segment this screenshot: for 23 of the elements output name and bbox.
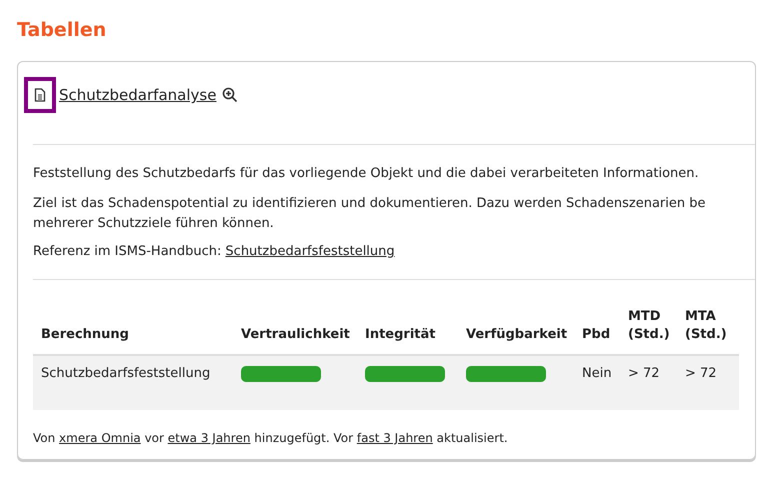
description-text: Ziel ist das Schadenspotential zu identifizieren und dokumentieren. Dazu werden Schadenszenarien be mehrerer Schutzziele führen können. <box>33 195 706 233</box>
column-header: Integrität <box>365 326 436 344</box>
zoom-in-icon[interactable] <box>222 87 238 103</box>
table-cell: Schutzbedarfsfeststellung <box>41 366 210 381</box>
reference-label: Referenz im ISMS-Handbuch: <box>33 244 222 259</box>
table-cell: Nein <box>582 366 612 381</box>
table-cell: > 72 <box>628 366 660 381</box>
document-icon[interactable] <box>24 77 56 113</box>
column-header: MTA (Std.) <box>685 308 728 344</box>
column-header: Verfügbarkeit <box>466 326 568 344</box>
column-header: Pbd <box>582 326 610 344</box>
history-link[interactable]: etwa 3 Jahren <box>168 431 250 445</box>
history-link[interactable]: xmera Omnia <box>59 431 141 445</box>
column-header: Vertraulichkeit <box>241 326 350 344</box>
table-cell: > 72 <box>685 366 717 381</box>
history-link[interactable]: fast 3 Jahren <box>356 431 433 445</box>
page-heading: Tabellen <box>17 19 108 41</box>
card-title-link[interactable]: Schutzbedarfanalyse <box>59 86 216 104</box>
history-text: Von xmera Omnia vor etwa 3 Jahren hinzugefügt. Vor fast 3 Jahren aktualisiert. <box>33 431 509 445</box>
column-header: MTD (Std.) <box>628 308 671 344</box>
column-header: Berechnung <box>41 326 129 344</box>
reference-link[interactable]: Schutzbedarfsfeststellung <box>225 244 395 259</box>
description-text: Feststellung des Schutzbedarfs für das vorliegende Objekt und die dabei verarbeiteten Informationen. <box>33 165 700 183</box>
